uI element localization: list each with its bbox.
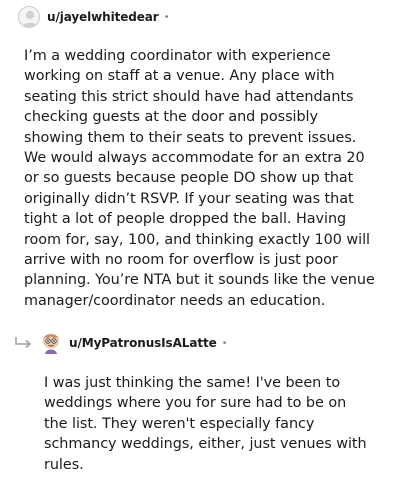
reply-arrow-icon <box>15 337 32 349</box>
comment-body: I’m a wedding coordinator with experienc… <box>24 48 375 309</box>
username-link[interactable]: u/jayelwhitedear <box>47 10 159 24</box>
separator-dot: • <box>163 11 170 23</box>
comment-body: I was just thinking the same! I've been … <box>44 375 367 473</box>
comment-header: u/MyPatronusIsALatte • <box>40 330 228 356</box>
username-link[interactable]: u/MyPatronusIsALatte <box>69 336 217 350</box>
user-avatar-icon[interactable] <box>40 331 62 355</box>
user-avatar-icon[interactable] <box>18 6 40 28</box>
separator-dot: • <box>221 337 228 349</box>
comment-header: u/jayelwhitedear • <box>18 5 170 29</box>
